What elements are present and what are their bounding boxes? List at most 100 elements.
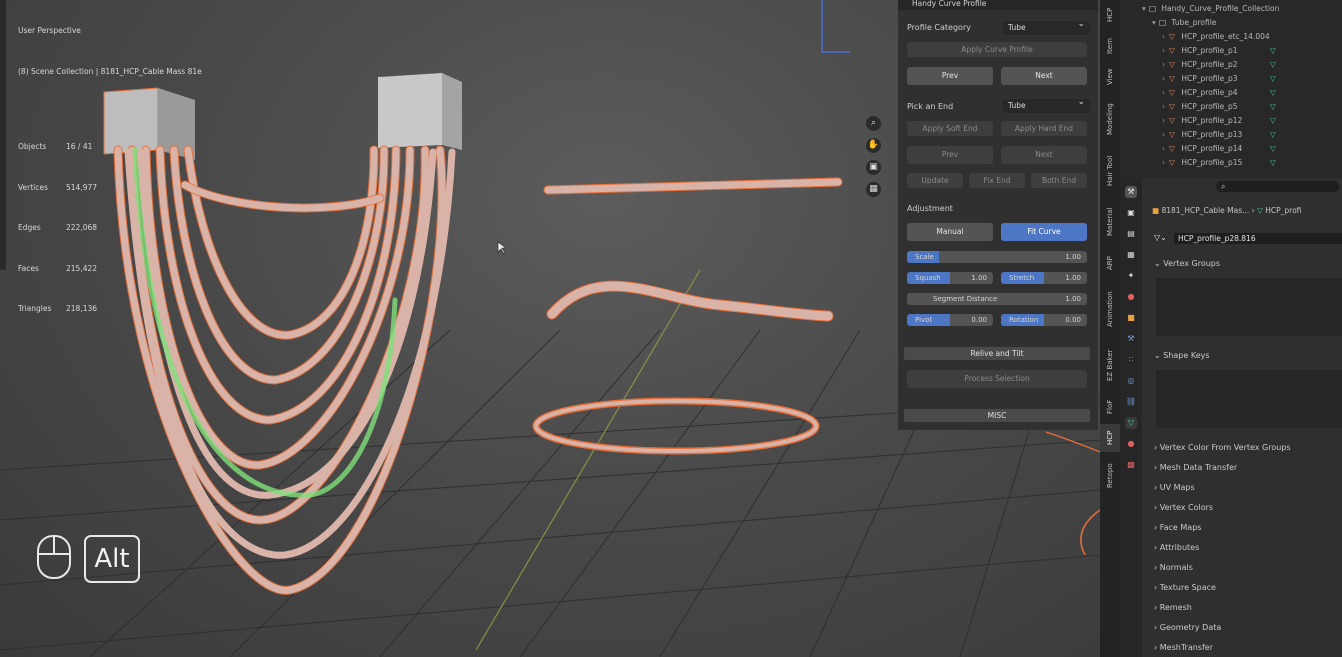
curve-object-icon: ▽ [1169,116,1175,125]
vertex-groups-panel[interactable]: ⌄ Vertex Groups [1154,259,1220,268]
update-button[interactable]: Update [907,173,963,188]
process-selection-button[interactable]: Process Selection [907,370,1087,388]
collection-icon: □ [1159,18,1167,27]
scale-slider[interactable]: Scale 1.00 [907,251,1087,263]
curve-object-icon: ▽ [1169,88,1175,97]
outliner-row[interactable]: › ▽ HCP_profile_p14 ▽ [1162,142,1276,156]
tab-animation[interactable]: Animation [1100,280,1120,338]
pivot-slider[interactable]: Pivot 0.00 [907,314,993,326]
orange-curve-edge [1080,509,1100,556]
outliner-row[interactable]: ▾ □ Handy_Curve_Profile_Collection [1142,2,1279,16]
render-tab-icon[interactable]: ▣ [1125,207,1137,219]
mesh-name-field[interactable]: HCP_profile_p28.816 [1174,233,1342,244]
collection-path: (8) Scene Collection | 8181_HCP_Cable Ma… [18,66,202,76]
rotation-slider[interactable]: Rotation 0.00 [1001,314,1087,326]
section-uv-maps[interactable]: › UV Maps [1154,483,1195,492]
outliner-row[interactable]: › ▽ HCP_profile_p1 ▽ [1162,44,1276,58]
mesh-data-icon: ▽ [1270,144,1276,153]
fix-end-button[interactable]: Fix End [969,173,1025,188]
outliner-row[interactable]: › ▽ HCP_profile_p5 ▽ [1162,100,1276,114]
outliner-row[interactable]: › ▽ HCP_profile_p15 ▽ [1162,156,1276,170]
zoom-icon[interactable]: ⌕ [866,116,881,131]
stretch-slider[interactable]: Stretch 1.00 [1001,272,1087,284]
orange-curve-edge-2 [1045,431,1100,453]
outliner-row[interactable]: › ▽ HCP_profile_p2 ▽ [1162,58,1276,72]
search-icon: ⌕ [1221,182,1226,191]
outliner-row[interactable]: › ▽ HCP_profile_p12 ▽ [1162,114,1276,128]
view-layer-tab-icon[interactable]: ▦ [1125,249,1137,261]
section-mesh-data-transfer[interactable]: › Mesh Data Transfer [1154,463,1237,472]
pan-hand-icon[interactable]: ✋ [866,138,881,153]
modifier-tab-icon[interactable]: ⚒ [1125,333,1137,345]
curve-object-icon: ▽ [1169,130,1175,139]
segment-distance-field[interactable]: Segment Distance 1.00 [907,293,1087,305]
outliner[interactable]: ▾ □ Handy_Curve_Profile_Collection ▾ □ Tub… [1120,0,1342,178]
outliner-row[interactable]: › ▽ HCP_profile_etc_14.004 [1162,30,1270,44]
material-tab-icon[interactable]: ● [1125,438,1137,450]
next-end-button[interactable]: Next [1001,146,1087,164]
navigation-controls[interactable]: ⌕ ✋ ▣ ▦ [866,116,884,204]
curve-object-icon: ▽ [1169,32,1175,41]
properties-search[interactable]: ⌕ [1216,181,1339,192]
grid-view-icon[interactable]: ▦ [866,182,881,197]
anchor-box-right[interactable] [378,73,462,150]
tab-material[interactable]: Material [1100,198,1120,246]
camera-icon[interactable]: ▣ [866,160,881,175]
section-geometry-data[interactable]: › Geometry Data [1154,623,1221,632]
tab-arp[interactable]: ARP [1100,248,1120,278]
particles-tab-icon[interactable]: ∷ [1125,354,1137,366]
fit-curve-button[interactable]: Fit Curve [1001,223,1087,241]
apply-curve-profile-button[interactable]: Apply Curve Profile [907,42,1087,57]
section-remesh[interactable]: › Remesh [1154,603,1192,612]
tab-item[interactable]: Item [1100,32,1120,60]
prev-button[interactable]: Prev [907,67,993,85]
pick-end-select[interactable]: Tube [1002,95,1090,113]
section-attributes[interactable]: › Attributes [1154,543,1199,552]
both-end-button[interactable]: Both End [1031,173,1087,188]
section-normals[interactable]: › Normals [1154,563,1193,572]
outliner-row[interactable]: › ▽ HCP_profile_p13 ▽ [1162,128,1276,142]
shape-keys-list[interactable] [1156,370,1342,428]
tab-hair-tool[interactable]: Hair Tool [1100,146,1120,196]
tab-ez-baker[interactable]: EZ Baker [1100,340,1120,390]
tab-view[interactable]: View [1100,62,1120,92]
mesh-data-icon[interactable]: ▽⌄ [1154,233,1167,242]
scene-tab-icon[interactable]: ✦ [1125,270,1137,282]
tool-tab-icon[interactable]: ⚒ [1125,186,1137,198]
tab-hcp-top[interactable]: HCP [1100,0,1120,30]
squash-slider[interactable]: Squash 1.00 [907,272,993,284]
prev-end-button[interactable]: Prev [907,146,993,164]
vertex-groups-list[interactable] [1156,278,1342,336]
mesh-data-tab-icon[interactable]: ▽ [1125,417,1137,429]
toolbar-strip[interactable] [0,0,6,270]
misc-section[interactable]: MISC [904,409,1090,422]
outliner-row[interactable]: › ▽ HCP_profile_p4 ▽ [1162,86,1276,100]
world-tab-icon[interactable]: ● [1125,291,1137,303]
shape-keys-panel[interactable]: ⌄ Shape Keys [1154,351,1210,360]
tab-retopo[interactable]: Retopo [1100,454,1120,498]
tab-modeling[interactable]: Modeling [1100,94,1120,144]
constraints-tab-icon[interactable]: ⛓ [1125,396,1137,408]
next-button[interactable]: Next [1001,67,1087,85]
section-meshtransfer[interactable]: › MeshTransfer [1154,643,1213,652]
tab-flof[interactable]: FloF [1100,392,1120,422]
apply-soft-end-button[interactable]: Apply Soft End [907,121,993,136]
tab-hcp[interactable]: HCP [1100,424,1120,452]
apply-hard-end-button[interactable]: Apply Hard End [1001,121,1087,136]
outliner-row[interactable]: › ▽ HCP_profile_p3 ▽ [1162,72,1276,86]
object-tab-icon[interactable]: ■ [1125,312,1137,324]
section-vertex-colors[interactable]: › Vertex Colors [1154,503,1213,512]
physics-tab-icon[interactable]: ◎ [1125,375,1137,387]
relive-and-tilt-button[interactable]: Relive and Tilt [904,347,1090,360]
output-tab-icon[interactable]: ▤ [1125,228,1137,240]
profile-category-select[interactable]: Tube [1002,17,1090,35]
properties-editor: ⌕ ■ 8181_HCP_Cable Mas... › ▽ HCP_profi … [1142,178,1342,657]
section-face-maps[interactable]: › Face Maps [1154,523,1201,532]
manual-button[interactable]: Manual [907,223,993,241]
outliner-row[interactable]: ▾ □ Tube_profile [1152,16,1216,30]
texture-tab-icon[interactable]: ▩ [1125,459,1137,471]
mesh-data-icon: ▽ [1270,102,1276,111]
section-vertex-color-from-groups[interactable]: › Vertex Color From Vertex Groups [1154,443,1291,452]
panel-title[interactable]: Handy Curve Profile [898,0,1098,10]
section-texture-space[interactable]: › Texture Space [1154,583,1216,592]
